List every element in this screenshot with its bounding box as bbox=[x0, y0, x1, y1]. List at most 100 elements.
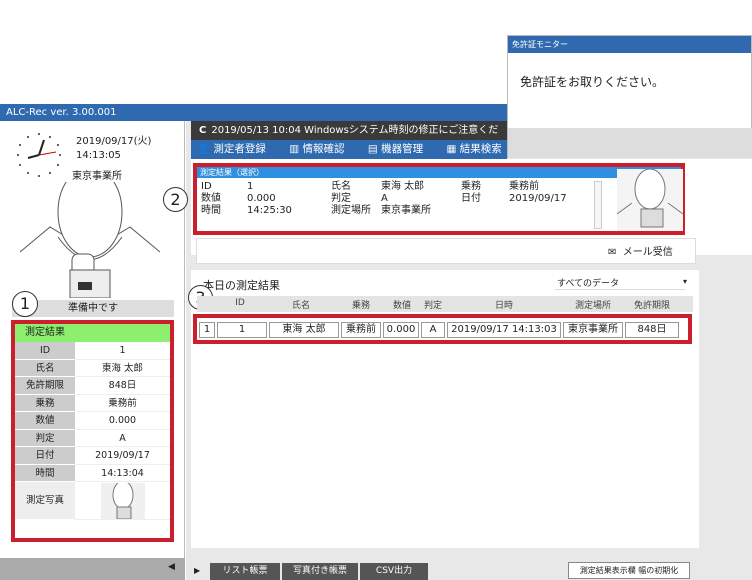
nav-info-label: 情報確認 bbox=[302, 143, 345, 155]
dialog-title: 免許証モニター bbox=[508, 36, 751, 53]
result-value: 2019/09/17 bbox=[75, 447, 170, 465]
sel-judge-val: A bbox=[381, 193, 388, 204]
result-row-name: 氏名 東海 太郎 bbox=[15, 359, 170, 377]
nav-bar: 👤 測定者登録 ▥ 情報確認 ▤ 機器管理 ▦ 結果検索 ✱ bbox=[191, 140, 507, 159]
result-value: 848日 bbox=[75, 377, 170, 395]
dialog-message: 免許証をお取りください。 bbox=[520, 75, 665, 89]
result-value: 東海 太郎 bbox=[75, 359, 170, 377]
mail-icon: ✉ bbox=[608, 247, 617, 258]
reset-column-width-button[interactable]: 測定結果表示欄 幅の初期化 bbox=[568, 562, 690, 579]
today-results-title: 本日の測定結果 bbox=[203, 279, 280, 292]
csv-export-button[interactable]: CSV出力 bbox=[360, 563, 428, 580]
nav-info[interactable]: ▥ 情報確認 bbox=[289, 143, 354, 155]
row-judge: A bbox=[421, 322, 445, 338]
sel-date-key: 日付 bbox=[461, 193, 481, 204]
clock-date: 2019/09/17(火) bbox=[76, 136, 152, 147]
notice-bar: C 2019/05/13 10:04 Windowsシステム時刻の修正にご注意くだ… bbox=[191, 121, 507, 155]
result-row-photo: 測定写真 bbox=[15, 480, 170, 520]
result-row-date: 日付 2019/09/17 bbox=[15, 447, 170, 465]
col-id: ID bbox=[235, 298, 245, 308]
result-key: 判定 bbox=[15, 429, 75, 447]
annotation-marker-1: 1 bbox=[12, 291, 38, 317]
mail-receive-button[interactable]: ✉ メール受信 bbox=[608, 243, 673, 258]
nav-search[interactable]: ▦ 結果検索 bbox=[446, 143, 507, 155]
collapse-left-icon[interactable]: ◀ bbox=[168, 562, 175, 572]
clock-time: 14:13:05 bbox=[76, 150, 121, 161]
col-name: 氏名 bbox=[291, 301, 310, 311]
result-row-duty: 乗務 乗務前 bbox=[15, 394, 170, 412]
result-row-value: 数値 0.000 bbox=[15, 412, 170, 430]
sel-duty-val: 乗務前 bbox=[509, 181, 539, 192]
result-value: 14:13:04 bbox=[75, 464, 170, 482]
row-index: 1 bbox=[199, 322, 215, 338]
expand-right-icon[interactable]: ▶ bbox=[194, 566, 200, 575]
office-name: 東京事業所 bbox=[72, 171, 122, 182]
nav-register-label: 測定者登録 bbox=[213, 143, 266, 155]
results-table-header: ID 氏名 乗務 数値 判定 日時 測定場所 免許期限 bbox=[197, 296, 693, 312]
photo-thumbnail bbox=[100, 480, 145, 519]
nav-search-label: 結果検索 bbox=[459, 143, 502, 155]
sel-date-val: 2019/09/17 bbox=[509, 193, 567, 204]
sel-id-key: ID bbox=[201, 181, 212, 192]
result-table-header: 測定結果 bbox=[15, 324, 170, 342]
result-value: 乗務前 bbox=[75, 394, 170, 412]
row-id: 1 bbox=[217, 322, 267, 338]
data-filter-select[interactable]: すべてのデータ bbox=[555, 276, 685, 290]
result-row-time: 時間 14:13:04 bbox=[15, 464, 170, 482]
col-value: 数値 bbox=[392, 301, 411, 311]
result-value: 1 bbox=[75, 342, 170, 360]
mail-receive-label: メール受信 bbox=[622, 247, 673, 258]
result-key: 測定写真 bbox=[15, 482, 75, 520]
list-report-button[interactable]: リスト帳票 bbox=[210, 563, 280, 580]
result-key: 免許期限 bbox=[15, 377, 75, 395]
table-row[interactable]: 1 1 東海 太郎 乗務前 0.000 A 2019/09/17 14:13:0… bbox=[193, 314, 692, 344]
result-key: ID bbox=[15, 342, 75, 360]
result-row-id: ID 1 bbox=[15, 342, 170, 360]
result-key: 日付 bbox=[15, 447, 75, 465]
chevron-down-icon[interactable]: ▾ bbox=[683, 277, 687, 286]
selected-result-box: 測定結果（選択） ID 数値 時間 1 0.000 14:25:30 氏名 判定… bbox=[193, 163, 685, 235]
sel-judge-key: 判定 bbox=[331, 193, 351, 204]
result-row-judge: 判定 A bbox=[15, 429, 170, 447]
app-title: ALC-Rec ver. 3.00.001 bbox=[6, 107, 117, 118]
selected-result-header: 測定結果（選択） bbox=[197, 167, 681, 178]
result-value: 0.000 bbox=[75, 412, 170, 430]
sel-place-val: 東京事業所 bbox=[381, 205, 431, 216]
sel-val-key: 数値 bbox=[201, 193, 221, 204]
selected-photo bbox=[617, 169, 683, 231]
annotation-marker-2: 2 bbox=[163, 187, 188, 212]
col-judge: 判定 bbox=[423, 301, 442, 311]
row-name: 東海 太郎 bbox=[269, 322, 339, 338]
row-value: 0.000 bbox=[383, 322, 419, 338]
sel-col-2: 1 0.000 14:25:30 bbox=[247, 181, 292, 217]
col-duty: 乗務 bbox=[351, 301, 370, 311]
clock-readout: 2019/09/17(火) 14:13:05 bbox=[76, 135, 151, 163]
nav-device[interactable]: ▤ 機器管理 bbox=[368, 143, 433, 155]
result-row-license: 免許期限 848日 bbox=[15, 377, 170, 395]
sel-col-1: ID 数値 時間 bbox=[201, 181, 221, 217]
analog-clock-icon bbox=[17, 133, 61, 177]
row-datetime: 2019/09/17 14:13:03 bbox=[447, 322, 561, 338]
sel-name-val: 東海 太郎 bbox=[381, 181, 425, 192]
left-bottom-bar bbox=[0, 558, 185, 580]
sel-col-5: 乗務 日付 bbox=[461, 181, 481, 205]
sel-name-key: 氏名 bbox=[331, 181, 351, 192]
license-monitor-dialog: 免許証モニター 免許証をお取りください。 bbox=[507, 35, 752, 158]
nav-register[interactable]: 👤 測定者登録 bbox=[197, 143, 276, 155]
camera-photo-large bbox=[20, 182, 160, 298]
row-place: 東京事業所 bbox=[563, 322, 623, 338]
nav-device-label: 機器管理 bbox=[381, 143, 424, 155]
result-photo-thumb bbox=[75, 480, 170, 520]
sel-val-val: 0.000 bbox=[247, 193, 276, 204]
row-duty: 乗務前 bbox=[341, 322, 381, 338]
result-key: 時間 bbox=[15, 464, 75, 482]
dialog-footer bbox=[508, 128, 752, 158]
result-table: 測定結果 ID 1 氏名 東海 太郎 免許期限 848日 乗務 乗務前 数値 0.000 … bbox=[11, 320, 174, 542]
sel-duty-key: 乗務 bbox=[461, 181, 481, 192]
result-key: 数値 bbox=[15, 412, 75, 430]
sel-scrollbar[interactable] bbox=[594, 181, 602, 229]
photo-report-button[interactable]: 写真付き帳票 bbox=[282, 563, 358, 580]
col-datetime: 日時 bbox=[494, 301, 513, 311]
sel-time-key: 時間 bbox=[201, 205, 221, 216]
refresh-icon[interactable]: C bbox=[199, 125, 206, 136]
